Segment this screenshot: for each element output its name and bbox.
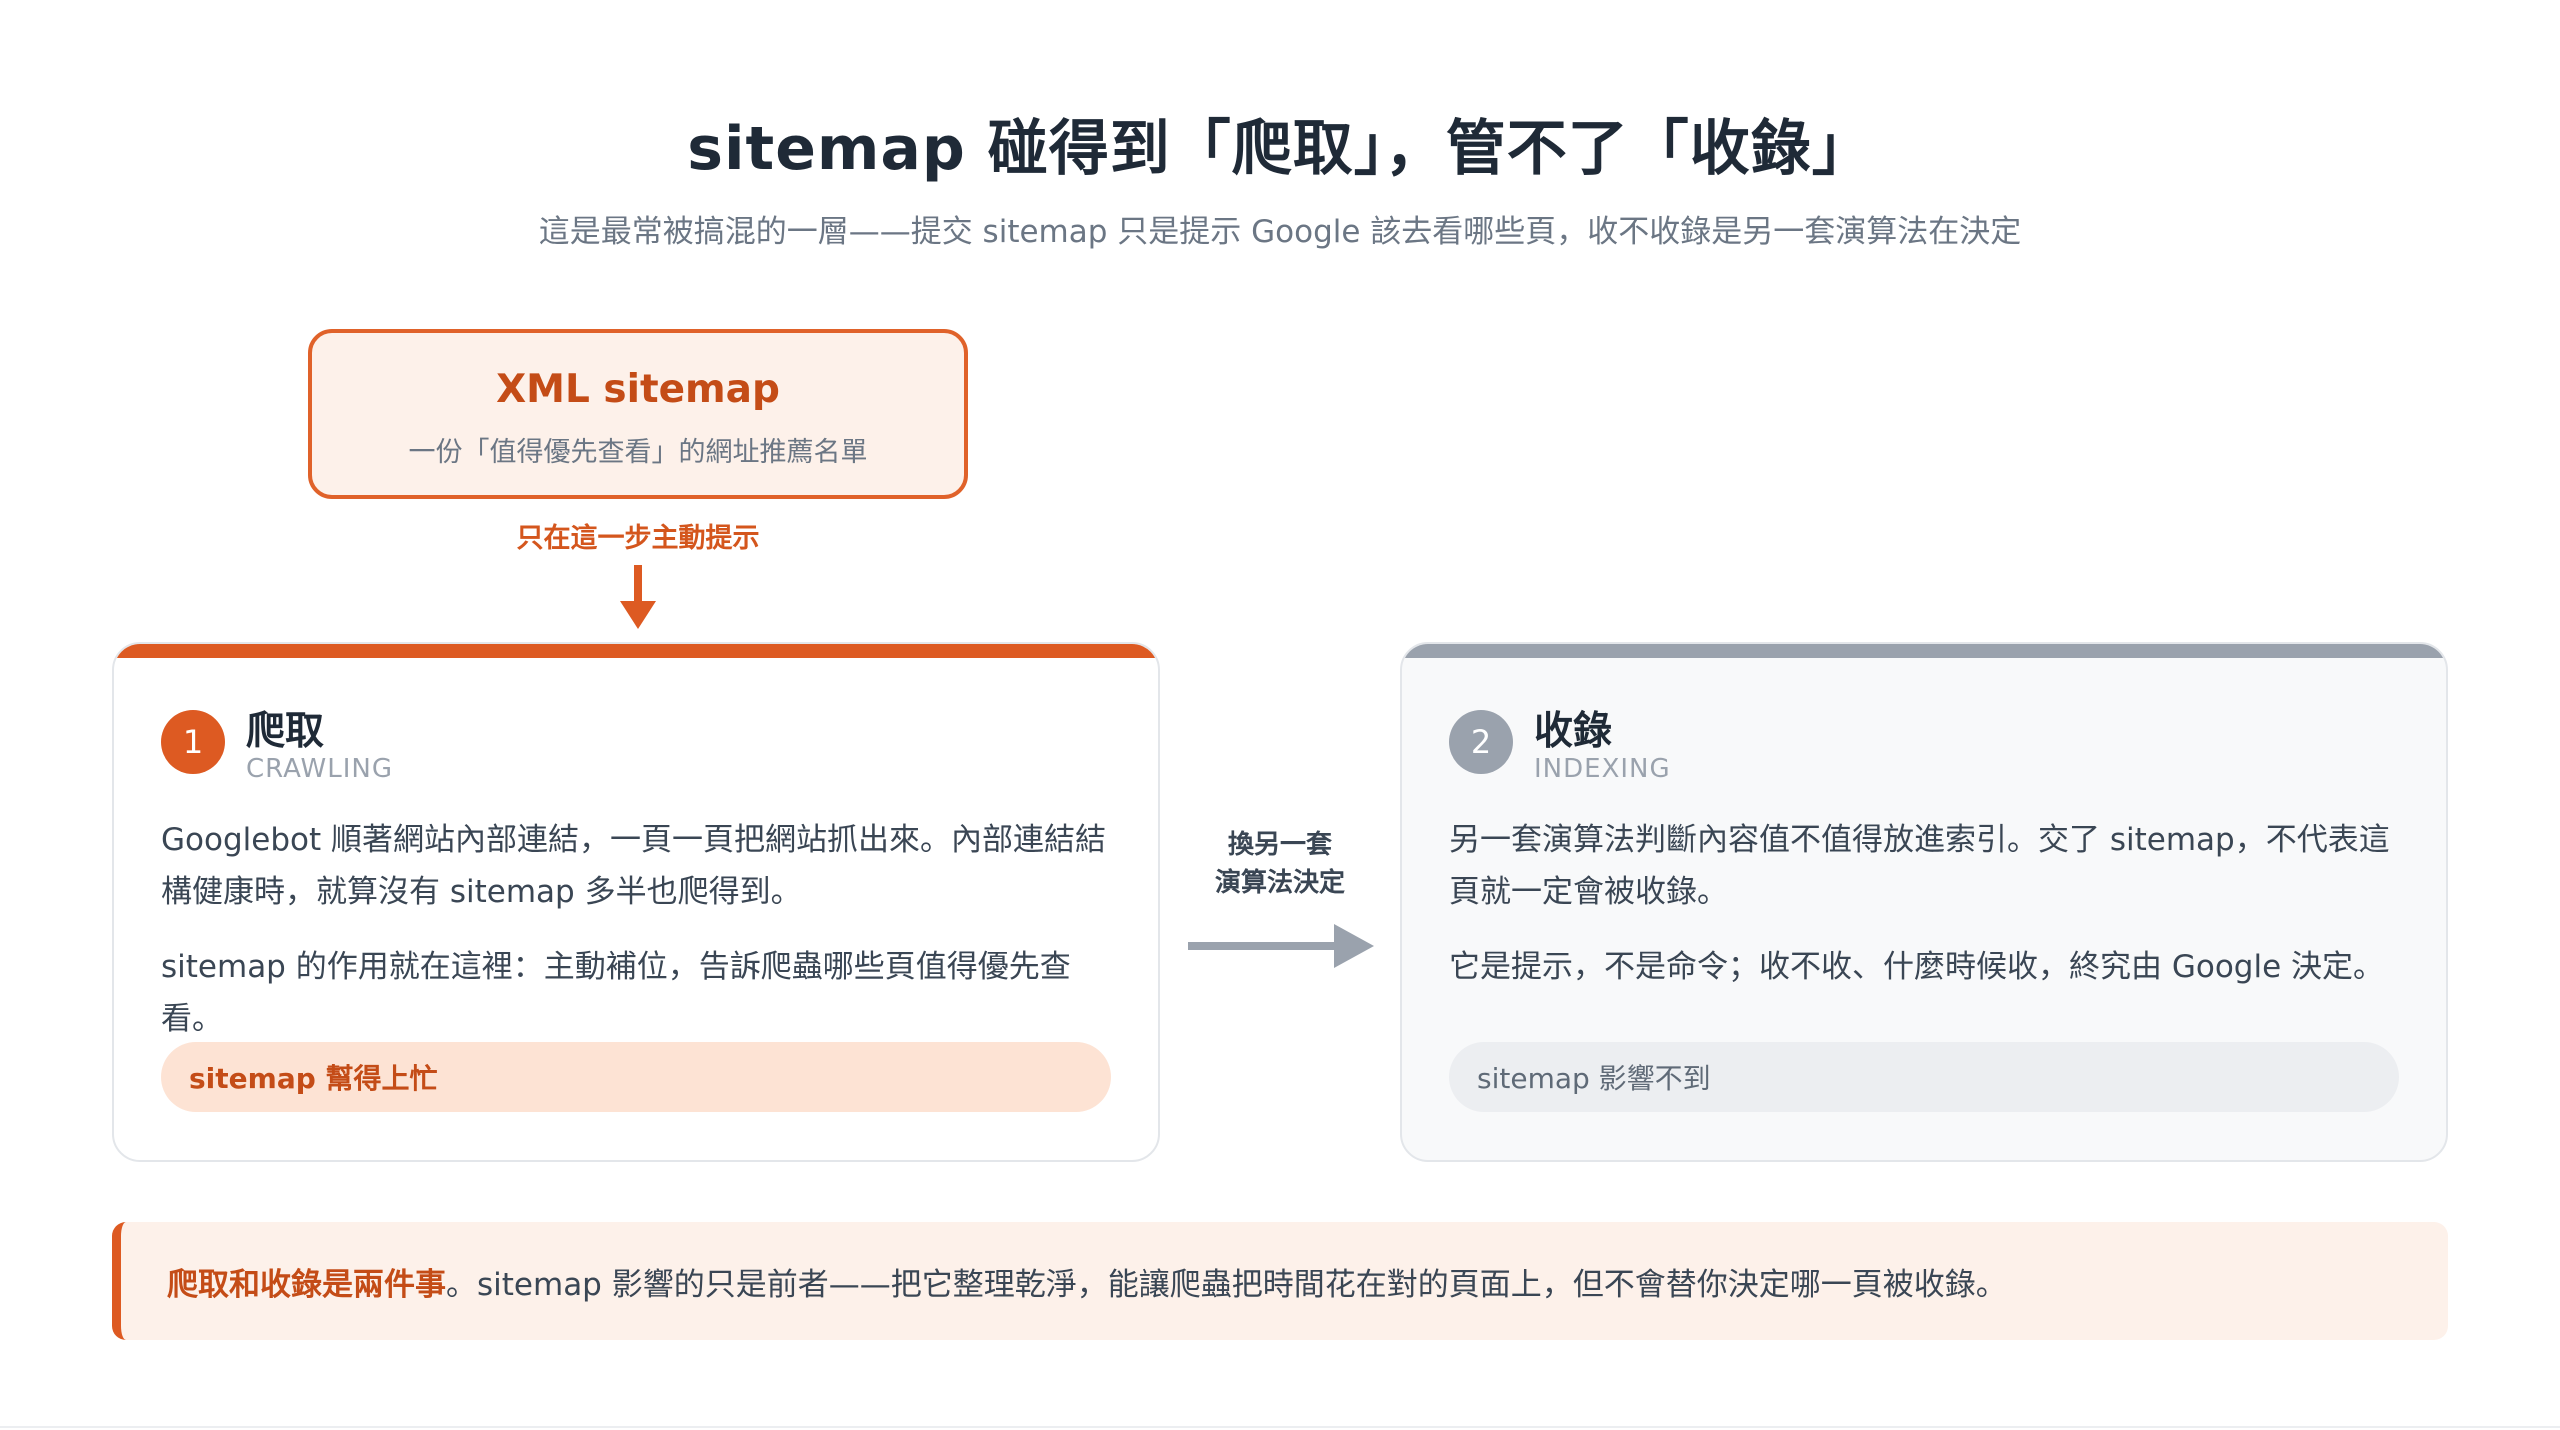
- connector-label: 換另一套 演算法決定: [1170, 826, 1390, 902]
- card-top-bar: [1402, 644, 2446, 658]
- card-paragraph: Googlebot 順著網站內部連結，一頁一頁把網站抓出來。內部連結結構健康時，…: [161, 822, 1106, 910]
- summary-note-text: 。sitemap 影響的只是前者——把它整理乾淨，能讓爬蟲把時間花在對的頁面上，…: [446, 1266, 2007, 1303]
- step-number-badge: 2: [1449, 710, 1513, 774]
- crawling-card: 1 爬取 CRAWLING Googlebot 順著網站內部連結，一頁一頁把網站…: [112, 642, 1160, 1162]
- page-title: sitemap 碰得到「爬取」，管不了「收錄」: [687, 114, 1873, 184]
- card-subtitle: INDEXING: [1534, 754, 1671, 784]
- source-hint-label: 只在這一步主動提示: [516, 523, 760, 554]
- xml-sitemap-title: XML sitemap: [496, 367, 780, 412]
- card-title: 爬取: [246, 709, 325, 754]
- arrow-right-icon: [1188, 924, 1374, 968]
- connector-label-line: 演算法決定: [1214, 868, 1345, 898]
- card-subtitle: CRAWLING: [246, 754, 393, 784]
- step-number-badge: 1: [161, 710, 225, 774]
- divider: [0, 1426, 2560, 1428]
- card-title: 收錄: [1534, 709, 1613, 754]
- card-paragraph: 另一套演算法判斷內容值不值得放進索引。交了 sitemap，不代表這頁就一定會被…: [1449, 822, 2390, 910]
- summary-note: 爬取和收錄是兩件事 。sitemap 影響的只是前者——把它整理乾淨，能讓爬蟲把時…: [112, 1222, 2448, 1340]
- indexing-card: 2 收錄 INDEXING 另一套演算法判斷內容值不值得放進索引。交了 site…: [1400, 642, 2448, 1162]
- card-paragraph: sitemap 的作用就在這裡：主動補位，告訴爬蟲哪些頁值得優先查看。: [161, 949, 1071, 1037]
- connector-label-line: 換另一套: [1227, 830, 1332, 860]
- diagram-page: sitemap 碰得到「爬取」，管不了「收錄」 這是最常被搞混的一層——提交 s…: [0, 0, 2560, 1430]
- arrow-down-icon: [620, 565, 656, 629]
- xml-sitemap-box: XML sitemap 一份「值得優先查看」的網址推薦名單: [308, 329, 968, 499]
- card-top-bar: [114, 644, 1158, 658]
- page-subtitle: 這是最常被搞混的一層——提交 sitemap 只是提示 Google 該去看哪些…: [538, 214, 2022, 250]
- status-pill: sitemap 影響不到: [1449, 1042, 2399, 1112]
- status-pill: sitemap 幫得上忙: [161, 1042, 1111, 1112]
- summary-note-strong: 爬取和收錄是兩件事: [167, 1266, 446, 1303]
- xml-sitemap-description: 一份「值得優先查看」的網址推薦名單: [408, 437, 868, 468]
- card-paragraph: 它是提示，不是命令；收不收、什麼時候收，終究由 Google 決定。: [1449, 949, 2385, 985]
